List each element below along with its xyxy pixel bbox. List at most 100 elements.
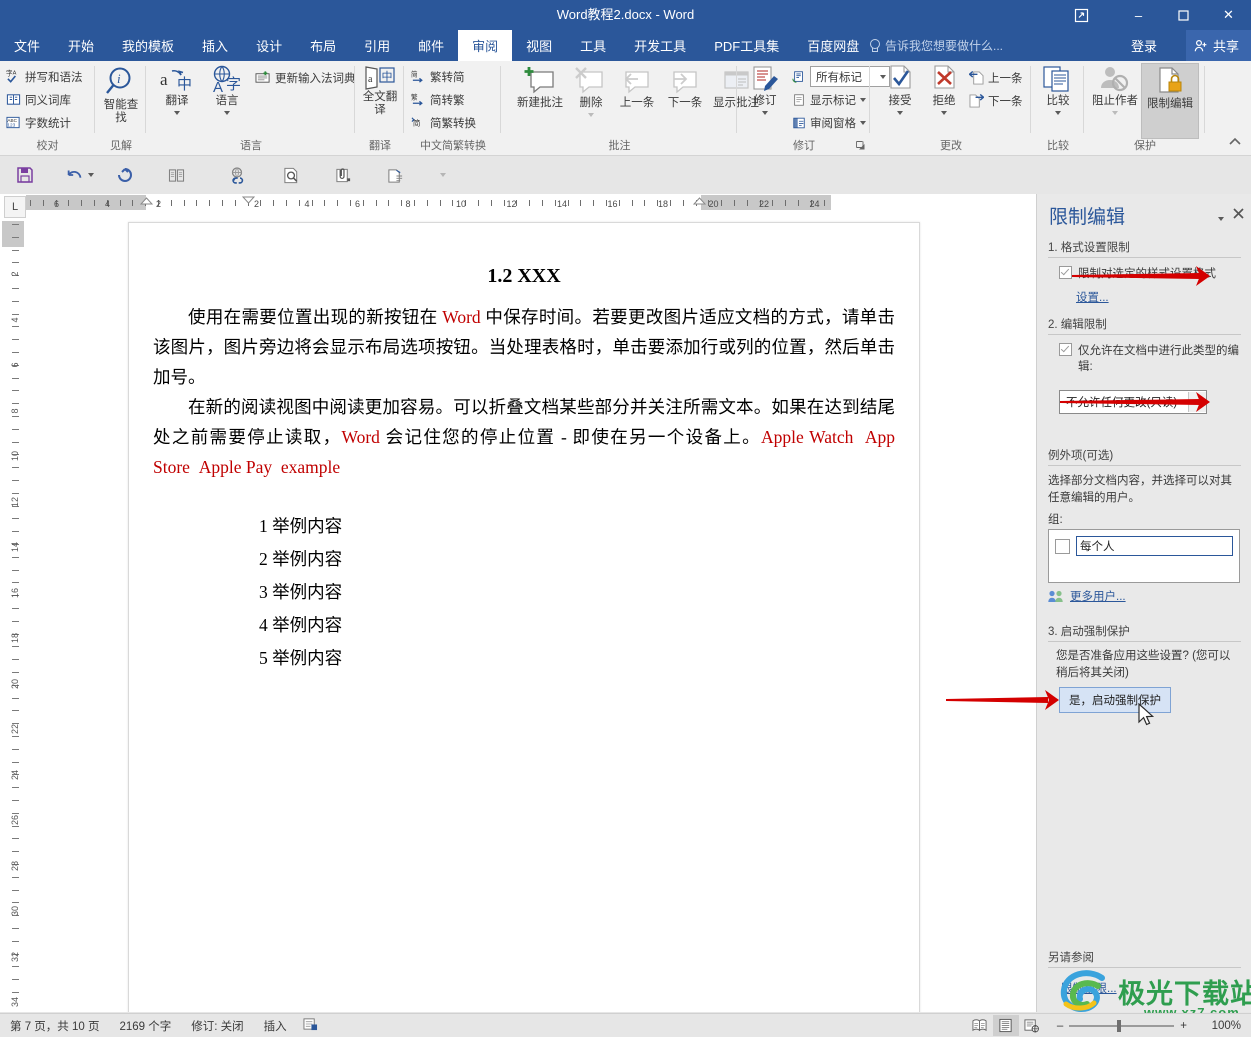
print-preview-button[interactable] [278, 162, 304, 188]
tab-review[interactable]: 审阅 [458, 30, 513, 61]
previous-change-button[interactable]: 上一条 [967, 67, 1025, 88]
more-users-link[interactable]: 更多用户... [1070, 588, 1126, 604]
pane-close-button[interactable] [1233, 206, 1244, 222]
chevron-down-icon[interactable] [941, 111, 947, 115]
update-ime-dictionary-button[interactable]: 更新输入法词典 [253, 67, 358, 88]
sign-in-button[interactable]: 登录 [1123, 30, 1165, 61]
spelling-grammar-button[interactable]: 字A 拼写和语法 [4, 66, 85, 87]
chevron-down-icon[interactable] [762, 111, 768, 115]
attachment-button[interactable] [330, 162, 356, 188]
next-change-button[interactable]: 下一条 [967, 90, 1025, 111]
maximize-button[interactable] [1161, 0, 1206, 30]
collapse-ribbon-button[interactable] [1227, 136, 1243, 151]
proofing-status-icon[interactable] [297, 1017, 324, 1034]
view-read-mode[interactable] [967, 1015, 993, 1036]
save-button[interactable] [12, 162, 38, 188]
tab-home[interactable]: 开始 [54, 30, 108, 61]
group-everyone-checkbox[interactable] [1055, 538, 1070, 554]
hanging-indent-marker[interactable] [242, 194, 255, 204]
chevron-down-icon[interactable] [1188, 392, 1206, 412]
view-web-layout[interactable] [1019, 1015, 1045, 1036]
tab-baidu-netdisk[interactable]: 百度网盘 [793, 30, 873, 61]
tab-mailings[interactable]: 邮件 [404, 30, 458, 61]
trad-to-simp-button[interactable]: 简 繁转简 [409, 66, 467, 87]
undo-button[interactable] [62, 162, 96, 188]
start-enforcing-protection-button[interactable]: 是，启动强制保护 [1059, 687, 1171, 713]
smart-lookup-button[interactable]: i 智能查找 [101, 65, 141, 125]
block-authors-button[interactable]: 阻止作者 [1091, 65, 1139, 115]
horizontal-ruler[interactable]: 6 4 2 2 4 6 8 10 12 14 16 18 20 22 24 [26, 194, 1036, 216]
first-line-indent-marker[interactable] [140, 197, 153, 207]
tab-file[interactable]: 文件 [0, 30, 54, 61]
simp-trad-convert-button[interactable]: 简 简繁转换 [409, 112, 478, 133]
columns-button[interactable] [163, 162, 189, 188]
hyperlink-button[interactable] [224, 162, 250, 188]
redo-button[interactable] [112, 162, 138, 188]
reviewing-pane-button[interactable]: 审阅窗格 [790, 112, 868, 133]
status-track-changes[interactable]: 修订: 关闭 [181, 1018, 253, 1034]
formatting-settings-link[interactable]: 设置... [1076, 289, 1109, 305]
chevron-down-icon[interactable] [224, 111, 230, 115]
document-page[interactable]: 1.2 XXX 使用在需要位置出现的新按钮在 Word 中保存时间。若要更改图片… [128, 222, 920, 1012]
customize-qat-button[interactable] [430, 162, 456, 188]
chevron-down-icon[interactable] [860, 120, 866, 125]
editing-restrictions-checkbox[interactable] [1059, 343, 1072, 356]
zoom-slider[interactable] [1069, 1019, 1175, 1032]
right-indent-marker[interactable] [693, 197, 706, 207]
restrict-editing-button[interactable]: 限制编辑 [1141, 63, 1199, 139]
compare-button[interactable]: 比较 [1036, 65, 1080, 115]
restrict-formatting-checkbox-row[interactable]: 限制对选定的样式设置格式 [1059, 266, 1243, 282]
chevron-down-icon[interactable] [897, 111, 903, 115]
minimize-button[interactable]: – [1116, 0, 1161, 30]
delete-comment-button[interactable]: 删除 [570, 65, 612, 117]
more-users-row[interactable]: 更多用户... [1048, 588, 1126, 604]
reject-button[interactable]: 拒绝 [923, 65, 965, 115]
tab-layout[interactable]: 布局 [296, 30, 350, 61]
pane-options-button[interactable] [1218, 210, 1224, 224]
status-page-number[interactable]: 第 7 页，共 10 页 [0, 1018, 109, 1034]
tab-developer[interactable]: 开发工具 [620, 30, 700, 61]
language-button[interactable]: A字 语言 [205, 65, 249, 115]
page-setup-button[interactable] [382, 162, 408, 188]
editing-restrictions-checkbox-row[interactable]: 仅允许在文档中进行此类型的编辑: [1059, 343, 1243, 375]
tab-references[interactable]: 引用 [350, 30, 404, 61]
word-count-button[interactable]: ABC 123 字数统计 [4, 112, 73, 133]
new-comment-button[interactable]: 新建批注 [512, 65, 568, 110]
vertical-ruler[interactable]: L 2 4 6 8 10 12 14 16 18 20 22 24 26 28 30 32 34 [0, 194, 26, 1012]
zoom-slider-thumb[interactable] [1117, 1019, 1122, 1032]
view-print-layout[interactable] [992, 1015, 1019, 1036]
chevron-down-icon[interactable] [174, 111, 180, 115]
next-comment-button[interactable]: 下一条 [662, 65, 708, 110]
chevron-down-icon[interactable] [860, 97, 866, 102]
tracking-dialog-launcher[interactable] [856, 141, 866, 151]
show-markup-button[interactable]: 显示标记 [790, 89, 868, 110]
chevron-down-icon[interactable] [1055, 111, 1061, 115]
share-button[interactable]: 共享 [1185, 30, 1251, 61]
group-list-row[interactable]: 每个人 [1049, 530, 1239, 556]
ribbon-display-options-icon[interactable] [1061, 0, 1101, 30]
restrict-formatting-checkbox[interactable] [1059, 266, 1072, 279]
previous-comment-button[interactable]: 上一条 [614, 65, 660, 110]
zoom-out-button[interactable]: – [1045, 1020, 1069, 1032]
tell-me-search[interactable]: 告诉我您想要做什么... [868, 30, 1003, 61]
tab-view[interactable]: 视图 [512, 30, 566, 61]
tab-stop-selector[interactable]: L [4, 196, 26, 218]
track-changes-button[interactable]: 修订 [744, 65, 786, 115]
tab-my-templates[interactable]: 我的模板 [108, 30, 188, 61]
translate-button[interactable]: a中 翻译 [155, 65, 199, 115]
restrict-permission-link[interactable]: 限制权限... [1061, 980, 1117, 996]
status-insert-mode[interactable]: 插入 [254, 1018, 297, 1034]
thesaurus-button[interactable]: 同义词库 [4, 89, 73, 110]
simp-to-trad-button[interactable]: 繁 简转繁 [409, 89, 467, 110]
tab-pdf-toolkit[interactable]: PDF工具集 [700, 30, 793, 61]
zoom-level-label[interactable]: 100% [1197, 1020, 1251, 1032]
full-text-translate-button[interactable]: a中 全文翻译 [359, 65, 401, 117]
editing-type-select[interactable]: 不允许任何更改(只读) [1059, 390, 1207, 414]
status-word-count[interactable]: 2169 个字 [109, 1018, 181, 1034]
tab-design[interactable]: 设计 [242, 30, 296, 61]
tab-tools[interactable]: 工具 [566, 30, 620, 61]
zoom-in-button[interactable]: + [1174, 1020, 1197, 1032]
group-list[interactable]: 每个人 [1048, 529, 1240, 583]
accept-button[interactable]: 接受 [879, 65, 921, 115]
tab-insert[interactable]: 插入 [188, 30, 242, 61]
